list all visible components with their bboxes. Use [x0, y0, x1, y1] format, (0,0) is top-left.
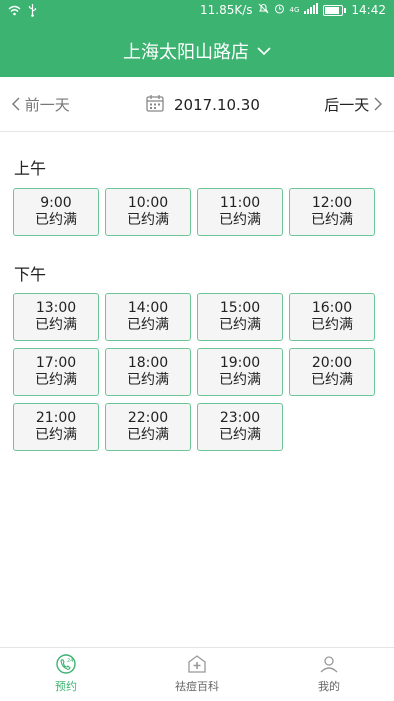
svg-text:24: 24	[67, 658, 73, 664]
calendar-icon	[146, 94, 164, 116]
slot-time: 9:00	[40, 195, 72, 211]
next-day-label: 后一天	[324, 96, 370, 114]
time-slot[interactable]: 16:00 已约满	[289, 293, 375, 341]
slot-time: 10:00	[127, 195, 169, 211]
chevron-right-icon	[374, 96, 382, 114]
slot-status: 已约满	[219, 427, 261, 443]
store-selector[interactable]: 上海太阳山路店	[0, 38, 394, 64]
alarm-icon	[274, 3, 285, 17]
next-day-button[interactable]: 后一天	[324, 94, 382, 115]
chevron-down-icon	[257, 41, 271, 60]
time-slot[interactable]: 20:00 已约满	[289, 348, 375, 396]
tab-encyclopedia[interactable]: 祛痘百科	[157, 652, 237, 694]
slot-status: 已约满	[127, 212, 169, 228]
tab-label: 预约	[55, 680, 77, 693]
pharmacy-icon	[186, 653, 208, 678]
slot-status: 已约满	[311, 212, 353, 228]
slot-time: 19:00	[219, 355, 261, 371]
slot-time: 23:00	[219, 410, 261, 426]
signal-icon	[304, 3, 319, 17]
time-slot[interactable]: 21:00 已约满	[13, 403, 99, 451]
date-picker[interactable]: 2017.10.30	[146, 94, 260, 116]
clock: 14:42	[351, 3, 386, 17]
slot-status: 已约满	[35, 212, 77, 228]
slot-status: 已约满	[219, 317, 261, 333]
slot-time: 15:00	[219, 300, 261, 316]
afternoon-title: 下午	[14, 265, 47, 284]
mute-icon	[258, 3, 269, 17]
slot-time: 12:00	[311, 195, 353, 211]
slot-time: 17:00	[35, 355, 77, 371]
prev-day-button[interactable]: 前一天	[12, 94, 70, 115]
wifi-icon	[8, 5, 21, 19]
slot-time: 14:00	[127, 300, 169, 316]
time-slot[interactable]: 14:00 已约满	[105, 293, 191, 341]
chevron-left-icon	[12, 96, 20, 114]
status-bar: 11.85K/s 4G 14:42	[0, 0, 394, 22]
slot-time: 22:00	[127, 410, 169, 426]
time-slot[interactable]: 13:00 已约满	[13, 293, 99, 341]
slot-time: 18:00	[127, 355, 169, 371]
bottom-tab-bar: 24 预约 祛痘百科 我的	[0, 647, 394, 701]
time-slot[interactable]: 17:00 已约满	[13, 348, 99, 396]
user-icon	[318, 653, 340, 678]
selected-date: 2017.10.30	[174, 96, 260, 114]
network-speed: 11.85K/s	[199, 3, 253, 17]
slot-time: 20:00	[311, 355, 353, 371]
tab-label: 我的	[318, 680, 340, 693]
slot-status: 已约满	[35, 317, 77, 333]
tab-label: 祛痘百科	[175, 680, 219, 693]
slot-status: 已约满	[127, 427, 169, 443]
slot-status: 已约满	[219, 212, 261, 228]
slot-time: 11:00	[219, 195, 261, 211]
app-header: 11.85K/s 4G 14:42 上海太阳山路店	[0, 0, 394, 77]
slot-status: 已约满	[35, 372, 77, 388]
slot-status: 已约满	[311, 317, 353, 333]
time-slot[interactable]: 22:00 已约满	[105, 403, 191, 451]
battery-icon	[323, 4, 347, 16]
time-slot[interactable]: 10:00 已约满	[105, 188, 191, 236]
slot-status: 已约满	[311, 372, 353, 388]
store-name: 上海太阳山路店	[123, 42, 249, 63]
time-slot[interactable]: 12:00 已约满	[289, 188, 375, 236]
date-navigation: 前一天 2017.10.30 后一天	[0, 77, 394, 132]
slot-time: 21:00	[35, 410, 77, 426]
morning-title: 上午	[14, 159, 47, 178]
slot-status: 已约满	[127, 317, 169, 333]
time-slot[interactable]: 18:00 已约满	[105, 348, 191, 396]
time-slot[interactable]: 23:00 已约满	[197, 403, 283, 451]
time-slot[interactable]: 11:00 已约满	[197, 188, 283, 236]
time-slot[interactable]: 9:00 已约满	[13, 188, 99, 236]
phone-24-icon: 24	[55, 653, 77, 678]
time-slot[interactable]: 19:00 已约满	[197, 348, 283, 396]
usb-icon	[28, 4, 37, 20]
tab-appointment[interactable]: 24 预约	[26, 652, 106, 694]
slot-status: 已约满	[127, 372, 169, 388]
slot-status: 已约满	[35, 427, 77, 443]
slot-time: 13:00	[35, 300, 77, 316]
afternoon-slot-grid: 13:00 已约满 14:00 已约满 15:00 已约满 16:00 已约满 17:00 已约满…	[13, 293, 375, 451]
prev-day-label: 前一天	[24, 96, 70, 114]
morning-slot-grid: 9:00 已约满 10:00 已约满 11:00 已约满 12:00 已约满	[13, 188, 375, 236]
slot-time: 16:00	[311, 300, 353, 316]
time-slot[interactable]: 15:00 已约满	[197, 293, 283, 341]
tab-mine[interactable]: 我的	[289, 652, 369, 694]
slot-status: 已约满	[219, 372, 261, 388]
network-type: 4G	[289, 6, 300, 14]
